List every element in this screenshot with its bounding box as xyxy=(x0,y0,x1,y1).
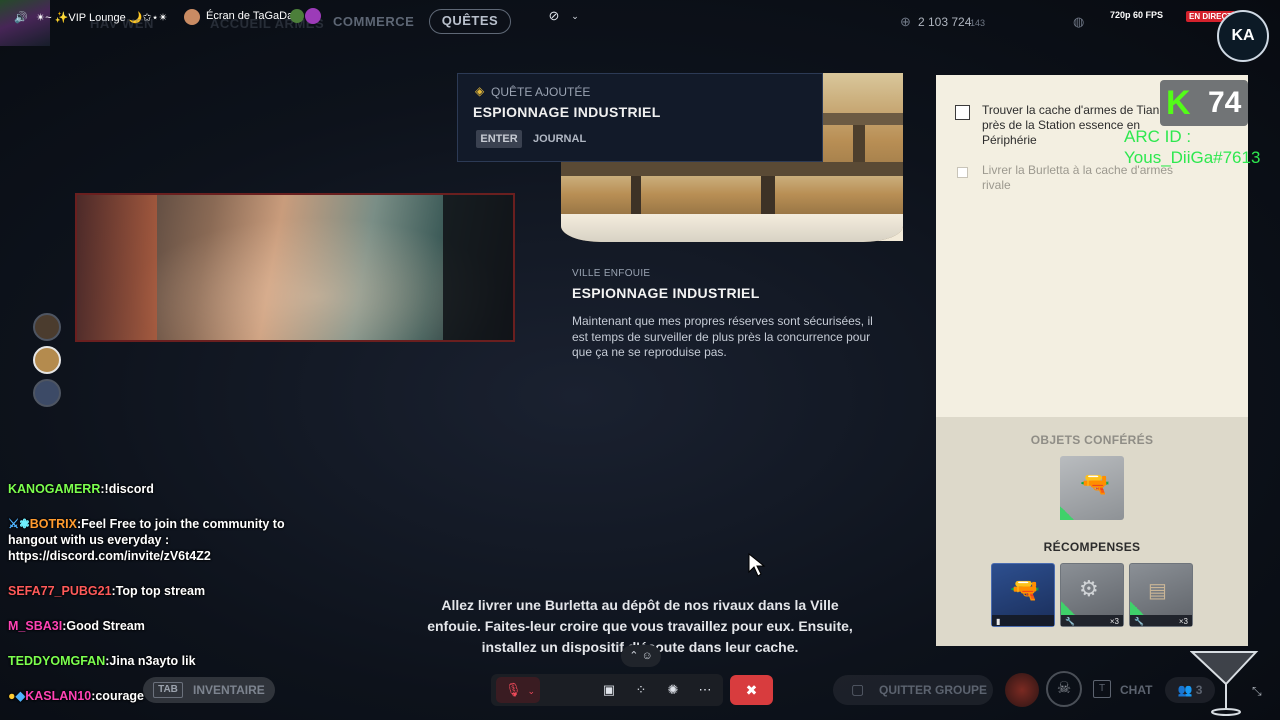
arc-id-overlay: ARC ID : Yous_DiiGa#7613 xyxy=(1124,127,1261,167)
more-icon[interactable]: ⋯ xyxy=(696,681,714,699)
gear-parts-icon: ⚙ xyxy=(1079,576,1099,601)
chat-message: SEFA77_PUBG21:Top top stream xyxy=(8,584,206,598)
chat-message: KANOGAMERR:!discord xyxy=(8,482,154,496)
chat-message: ●◆KASLAN10:courage xyxy=(8,689,144,703)
granted-item-tile[interactable]: 🔫 xyxy=(1060,456,1124,520)
journal-link[interactable]: JOURNAL xyxy=(533,133,586,145)
sword-badge-icon: ⚔ xyxy=(8,517,20,531)
streamer-logo: KA xyxy=(1217,10,1269,62)
mute-button[interactable]: 🎙 ⌄ xyxy=(496,677,540,703)
ammo-icon: ▮ xyxy=(996,617,1001,626)
call-expand-button[interactable]: ⌃ ☺ xyxy=(621,645,661,667)
pistol-icon: 🔫 xyxy=(1080,471,1110,498)
chat-button[interactable]: CHAT xyxy=(1120,683,1152,697)
camera-off-icon[interactable]: ⊘ xyxy=(545,7,563,25)
quit-group-label: QUITTER GROUPE xyxy=(879,683,988,697)
viewer-count: 74 xyxy=(1208,86,1242,119)
screen-share-label[interactable]: Écran de TaGaDa xyxy=(206,10,293,22)
player-avatar[interactable] xyxy=(33,313,61,341)
tab-commerce[interactable]: COMMERCE xyxy=(333,14,414,29)
quest-description: Maintenant que mes propres réserves sont… xyxy=(572,314,873,359)
player-portrait[interactable] xyxy=(1005,673,1039,707)
fullscreen-exit-icon[interactable]: ⤡ xyxy=(1252,684,1262,699)
kick-logo-icon: K xyxy=(1166,84,1191,122)
player-avatar[interactable] xyxy=(33,379,61,407)
player-avatar[interactable] xyxy=(33,346,61,374)
quest-region: VILLE ENFOUIE xyxy=(572,268,651,279)
wrench-icon: 🔧 xyxy=(1134,617,1144,626)
reward-count: ×3 xyxy=(1178,617,1188,626)
top-bar: 🔊 ✴︎~ ✨VIP Lounge 🌙✩⋆✴︎ HAV WEN ACCUEIL … xyxy=(0,0,1280,46)
reward-tile[interactable]: ⚙ 🔧 ×3 xyxy=(1060,563,1124,627)
granted-items-heading: OBJETS CONFÉRÉS xyxy=(1030,433,1154,447)
rewards-heading: RÉCOMPENSES xyxy=(1043,540,1141,554)
quest-title: ESPIONNAGE INDUSTRIEL xyxy=(572,285,760,301)
reward-tile[interactable]: ▤ 🔧 ×3 xyxy=(1129,563,1193,627)
game-tab-hidden-1[interactable]: HAV WEN xyxy=(90,16,154,31)
bot-badge-icon: ❃ xyxy=(19,517,30,531)
chevron-down-icon[interactable]: ⌄ xyxy=(528,686,536,696)
avatar xyxy=(290,9,304,23)
coin-extra: 143 xyxy=(970,18,986,28)
chat-message: TEDDYOMGFAN:Jina n3ayto lik xyxy=(8,654,196,668)
mouse-cursor-icon xyxy=(748,552,766,582)
q-key-icon: ▢ xyxy=(851,681,865,697)
avatar xyxy=(184,9,200,25)
objective-checkbox[interactable] xyxy=(957,167,968,178)
tab-quetes[interactable]: QUÊTES xyxy=(429,9,511,34)
mic-off-icon: 🎙 xyxy=(505,682,522,697)
chevron-down-icon[interactable]: ⌄ xyxy=(566,7,584,25)
chat-message: ⚔❃BOTRIX:Feel Free to join the community… xyxy=(8,517,285,563)
component-icon: ▤ xyxy=(1148,580,1167,602)
quest-added-toast[interactable]: ◈ QUÊTE AJOUTÉE ESPIONNAGE INDUSTRIEL EN… xyxy=(457,73,823,162)
toast-tag: QUÊTE AJOUTÉE xyxy=(491,85,591,99)
enter-key-chip[interactable]: ENTER xyxy=(476,130,522,148)
quest-image xyxy=(561,162,903,242)
speaker-icon[interactable]: 🔊 xyxy=(14,11,28,24)
t-key-icon: T xyxy=(1093,680,1111,698)
pistol-icon: 🔫 xyxy=(1010,577,1040,604)
coin-icon: ⊕ xyxy=(900,14,911,29)
toast-title: ESPIONNAGE INDUSTRIEL xyxy=(473,104,661,120)
wrench-icon: 🔧 xyxy=(1065,617,1075,626)
end-call-button[interactable]: ✖ xyxy=(730,675,773,705)
rewards-panel: OBJETS CONFÉRÉS 🔫 RÉCOMPENSES 🔫 ▮ ⚙ 🔧 ×3… xyxy=(936,417,1248,646)
webcam-feed xyxy=(75,193,515,342)
gem-badge-icon: ◆ xyxy=(15,689,26,703)
soundboard-icon[interactable]: ✺ xyxy=(664,681,682,699)
objective-checkbox[interactable] xyxy=(955,105,970,120)
quest-diamond-icon: ◈ xyxy=(475,84,485,98)
quit-group-button[interactable]: ▢ QUITTER GROUPE xyxy=(833,675,993,705)
chat-message: M_SBA3I:Good Stream xyxy=(8,619,145,633)
avatar xyxy=(305,8,321,24)
resource-icon: ◍ xyxy=(1073,14,1085,29)
screen-share-icon[interactable]: ▣ xyxy=(600,681,618,699)
activities-icon[interactable]: ⁘ xyxy=(632,681,650,699)
skull-icon[interactable]: ☠ xyxy=(1046,671,1082,707)
coin-badge-icon: ● xyxy=(8,689,16,703)
coin-balance: 2 103 724 xyxy=(918,15,972,29)
kick-viewer-badge: K 74 xyxy=(1160,80,1248,126)
reward-tile[interactable]: 🔫 ▮ xyxy=(991,563,1055,627)
stream-quality: 720p 60 FPS xyxy=(1110,10,1164,20)
reward-count: ×3 xyxy=(1109,617,1119,626)
martini-glass-icon xyxy=(1189,648,1260,718)
